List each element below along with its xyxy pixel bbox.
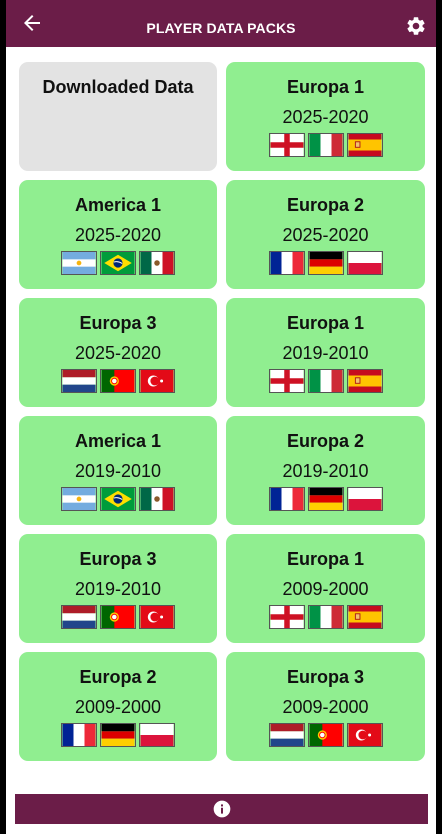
pack-years: 2009-2000 <box>282 579 369 599</box>
pack-years: 2019-2010 <box>282 343 369 363</box>
flag-england-icon <box>268 605 305 629</box>
bottom-bar <box>15 794 428 824</box>
flag-poland-icon <box>139 723 175 747</box>
pack-name: America 1 <box>74 431 162 451</box>
flag-turkey-icon <box>139 605 175 629</box>
flag-row <box>226 605 425 629</box>
flag-germany-icon <box>307 487 344 511</box>
packs-grid: Downloaded Data Europa 1 2025-2020 Ameri… <box>19 62 425 761</box>
pack-years: 2025-2020 <box>74 225 162 245</box>
flag-argentina-icon <box>61 251 97 275</box>
pack-years: 2009-2000 <box>282 697 369 717</box>
pack-name: Europa 2 <box>79 667 157 687</box>
flag-france-icon <box>61 723 97 747</box>
flag-italy-icon <box>307 369 344 393</box>
flag-mexico-icon <box>139 251 175 275</box>
pack-years: 2019-2010 <box>282 461 369 481</box>
flag-italy-icon <box>307 605 344 629</box>
flag-mexico-icon <box>139 487 175 511</box>
flag-netherlands-icon <box>61 369 97 393</box>
flag-row <box>226 369 425 393</box>
flag-england-icon <box>268 369 305 393</box>
gear-icon[interactable] <box>405 15 427 37</box>
pack-name: Europa 2 <box>286 195 365 215</box>
flag-poland-icon <box>346 487 383 511</box>
flag-row <box>226 133 425 157</box>
flag-argentina-icon <box>61 487 97 511</box>
page-title: PLAYER DATA PACKS <box>146 20 296 36</box>
app-bar: PLAYER DATA PACKS <box>6 0 436 47</box>
pack-card[interactable]: Europa 1 2019-2010 <box>226 298 425 407</box>
flag-turkey-icon <box>139 369 175 393</box>
pack-card[interactable]: Europa 2 2009-2000 <box>19 652 217 761</box>
pack-name: America 1 <box>74 195 162 215</box>
flag-netherlands-icon <box>61 605 97 629</box>
pack-card[interactable]: America 1 2025-2020 <box>19 180 217 289</box>
flag-germany-icon <box>100 723 136 747</box>
flag-spain-icon <box>346 605 383 629</box>
flag-portugal-icon <box>307 723 344 747</box>
pack-card[interactable]: Europa 1 2009-2000 <box>226 534 425 643</box>
flag-brazil-icon <box>100 487 136 511</box>
flag-row <box>19 251 217 275</box>
flag-spain-icon <box>346 133 383 157</box>
pack-years: 2025-2020 <box>282 225 369 245</box>
pack-name: Europa 3 <box>286 667 365 687</box>
flag-poland-icon <box>346 251 383 275</box>
flag-portugal-icon <box>100 605 136 629</box>
pack-years: 2025-2020 <box>74 343 162 363</box>
flag-france-icon <box>268 487 305 511</box>
screen-frame-right <box>436 0 442 834</box>
pack-name: Europa 3 <box>79 313 157 333</box>
pack-card[interactable]: Europa 3 2025-2020 <box>19 298 217 407</box>
pack-name: Europa 3 <box>79 549 157 569</box>
pack-years: 2009-2000 <box>74 697 162 717</box>
pack-name: Europa 1 <box>286 313 365 333</box>
pack-card[interactable]: Europa 1 2025-2020 <box>226 62 425 171</box>
flag-row <box>19 369 217 393</box>
flag-spain-icon <box>346 369 383 393</box>
screen-frame-left <box>0 0 6 834</box>
pack-card[interactable]: Europa 3 2009-2000 <box>226 652 425 761</box>
flag-turkey-icon <box>346 723 383 747</box>
pack-card[interactable]: America 1 2019-2010 <box>19 416 217 525</box>
flag-england-icon <box>268 133 305 157</box>
pack-name: Downloaded Data <box>42 77 194 97</box>
pack-card[interactable]: Europa 2 2019-2010 <box>226 416 425 525</box>
flag-row <box>19 605 217 629</box>
flag-row <box>226 723 425 747</box>
pack-name: Europa 1 <box>286 77 365 97</box>
pack-years: 2025-2020 <box>282 107 369 127</box>
pack-card[interactable]: Europa 3 2019-2010 <box>19 534 217 643</box>
flag-row <box>226 251 425 275</box>
flag-netherlands-icon <box>268 723 305 747</box>
pack-card-downloaded-data[interactable]: Downloaded Data <box>19 62 217 171</box>
flag-row <box>19 723 217 747</box>
info-icon[interactable] <box>212 799 232 819</box>
flag-portugal-icon <box>100 369 136 393</box>
flag-row <box>226 487 425 511</box>
pack-card[interactable]: Europa 2 2025-2020 <box>226 180 425 289</box>
flag-france-icon <box>268 251 305 275</box>
pack-name: Europa 1 <box>286 549 365 569</box>
flag-italy-icon <box>307 133 344 157</box>
flag-row <box>19 487 217 511</box>
pack-years: 2019-2010 <box>74 461 162 481</box>
pack-name: Europa 2 <box>286 431 365 451</box>
flag-brazil-icon <box>100 251 136 275</box>
flag-germany-icon <box>307 251 344 275</box>
pack-years: 2019-2010 <box>74 579 162 599</box>
